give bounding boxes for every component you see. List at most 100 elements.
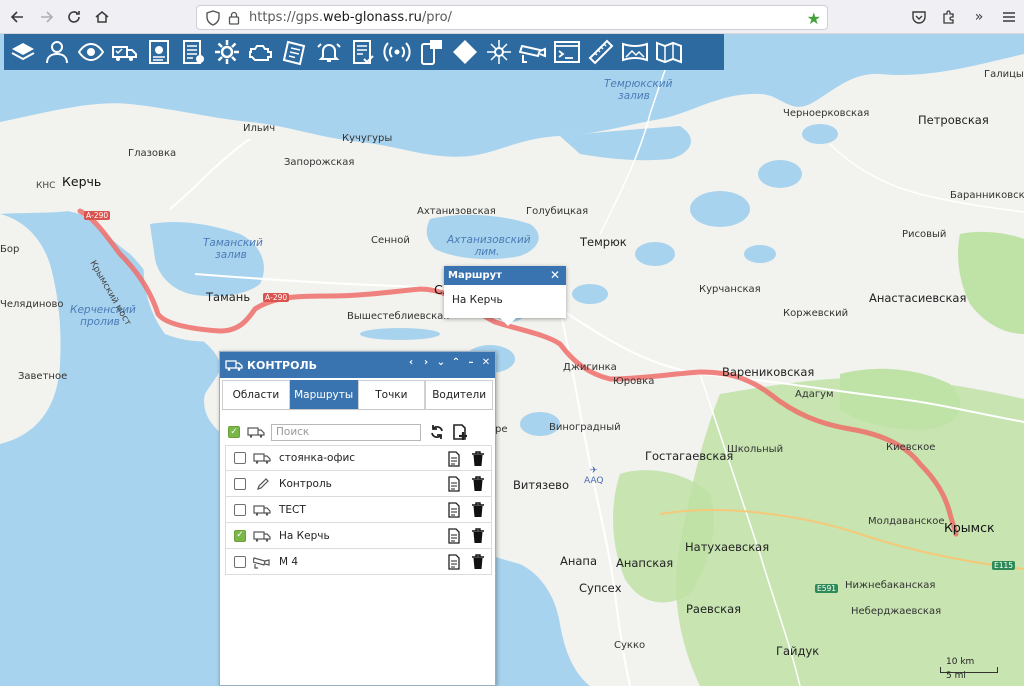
- map-label: Витязево: [513, 478, 569, 492]
- truck-checklist-icon[interactable]: [108, 35, 142, 69]
- list-item[interactable]: М 4: [225, 549, 492, 575]
- tab-drivers[interactable]: Водители: [425, 380, 493, 409]
- bookmark-star-icon[interactable]: ★: [807, 9, 821, 28]
- collapse-chevron-icon[interactable]: ⌄: [436, 357, 446, 368]
- lock-icon[interactable]: [227, 11, 241, 25]
- route-name: М 4: [279, 555, 299, 568]
- map-label: Раевская: [686, 602, 742, 616]
- document-icon[interactable]: [447, 502, 461, 518]
- document-list-icon[interactable]: [176, 35, 210, 69]
- document-check-icon[interactable]: [346, 35, 380, 69]
- route-checkbox[interactable]: [234, 503, 246, 516]
- road-shield: Е591: [815, 584, 839, 593]
- pencil-icon: [257, 477, 269, 490]
- network-hub-icon[interactable]: [482, 35, 516, 69]
- refresh-icon[interactable]: [429, 424, 445, 440]
- map-label: Рисовый: [902, 229, 947, 240]
- document-icon[interactable]: [447, 528, 461, 544]
- overflow-chevrons-icon[interactable]: »: [964, 3, 994, 31]
- list-item[interactable]: Контроль: [225, 471, 492, 497]
- route-checkbox[interactable]: [234, 477, 246, 490]
- home-icon[interactable]: [88, 3, 116, 31]
- route-checkbox[interactable]: [234, 452, 246, 464]
- select-all-checkbox[interactable]: [228, 426, 240, 438]
- terminal-icon[interactable]: [550, 35, 584, 69]
- back-arrow-icon[interactable]: [4, 3, 32, 31]
- tracking-shield-icon[interactable]: [205, 9, 221, 26]
- map-label: Челядиново: [0, 299, 64, 310]
- water-label: Таманский залив: [203, 237, 263, 261]
- close-icon[interactable]: ✕: [550, 268, 560, 282]
- road-shield: А-290: [263, 293, 290, 302]
- panorama-icon[interactable]: [618, 35, 652, 69]
- address-bar[interactable]: https://gps.web-glonass.ru/pro/ ★: [196, 5, 828, 30]
- clipboard-icon[interactable]: [278, 35, 312, 69]
- map-label: Темрюк: [580, 235, 627, 249]
- document-icon[interactable]: [447, 476, 461, 492]
- map-label: Ахтанизовская: [417, 206, 496, 217]
- camera-icon: [253, 556, 270, 569]
- document-icon[interactable]: [447, 451, 461, 467]
- route-checkbox[interactable]: [234, 555, 246, 568]
- map-label: Голубицкая: [526, 206, 589, 217]
- reload-icon[interactable]: [60, 3, 88, 31]
- extensions-puzzle-icon[interactable]: [934, 3, 964, 31]
- route-checkbox[interactable]: [234, 529, 246, 542]
- map-view[interactable]: Керчь Глазовка КНС Ильич Кучугуры Запоро…: [0, 34, 1024, 686]
- tab-points[interactable]: Точки: [357, 380, 426, 409]
- layers-icon[interactable]: [6, 35, 40, 69]
- document-icon[interactable]: [447, 554, 461, 570]
- route-list: стоянка-офис Контроль ТЕСТ ✓ На Керчь М …: [225, 445, 492, 575]
- truck-icon: [247, 427, 265, 438]
- next-chevron-icon[interactable]: ›: [421, 357, 431, 368]
- list-item[interactable]: ТЕСТ: [225, 497, 492, 523]
- panel-title: КОНТРОЛЬ: [247, 358, 317, 372]
- pocket-icon[interactable]: [904, 3, 934, 31]
- trash-icon[interactable]: [471, 554, 485, 570]
- tab-routes[interactable]: Маршруты: [289, 380, 358, 409]
- water-label: Ахтанизовский лим.: [447, 234, 531, 258]
- map-label: Натухаевская: [685, 540, 770, 554]
- trash-icon[interactable]: [471, 451, 485, 467]
- phone-message-icon[interactable]: [414, 35, 448, 69]
- popup-title: Маршрут: [448, 270, 502, 281]
- forward-arrow-icon[interactable]: [32, 3, 60, 31]
- gear-icon[interactable]: [210, 35, 244, 69]
- minimize-icon[interactable]: –: [466, 357, 476, 368]
- map-label: Анастасиевская: [869, 291, 967, 305]
- route-name: стоянка-офис: [279, 452, 356, 464]
- signal-icon[interactable]: [380, 35, 414, 69]
- map-label: Ильич: [243, 123, 276, 134]
- close-icon[interactable]: ✕: [481, 357, 491, 368]
- map-label: Адагум: [795, 389, 834, 400]
- map-label: Баранниковский: [950, 190, 1024, 201]
- search-input[interactable]: [271, 423, 421, 441]
- list-item[interactable]: На Керчь: [225, 523, 492, 549]
- panel-header[interactable]: КОНТРОЛЬ ‹ › ⌄ ⌃ – ✕: [220, 352, 495, 378]
- prev-chevron-icon[interactable]: ‹: [406, 357, 416, 368]
- camera-icon[interactable]: [516, 35, 550, 69]
- map-icon[interactable]: [652, 35, 686, 69]
- tab-areas[interactable]: Области: [222, 380, 290, 409]
- trash-icon[interactable]: [471, 502, 485, 518]
- trash-icon[interactable]: [471, 528, 485, 544]
- list-item[interactable]: стоянка-офис: [225, 445, 492, 471]
- alarm-bell-icon[interactable]: [312, 35, 346, 69]
- user-icon[interactable]: [40, 35, 74, 69]
- popup-body: На Керчь: [452, 294, 503, 306]
- expand-chevron-icon[interactable]: ⌃: [451, 357, 461, 368]
- engine-icon[interactable]: [244, 35, 278, 69]
- route-name: На Керчь: [279, 529, 330, 542]
- ruler-icon[interactable]: [584, 35, 618, 69]
- map-label: Киевское: [886, 442, 936, 453]
- diamond-icon[interactable]: [448, 35, 482, 69]
- add-route-icon[interactable]: [451, 423, 469, 441]
- map-label: Черноерковская: [783, 108, 870, 119]
- eye-icon[interactable]: [74, 35, 108, 69]
- scale-mi: 5 mi: [946, 671, 966, 681]
- report-chart-icon[interactable]: [142, 35, 176, 69]
- road-shield: А-290: [84, 211, 111, 220]
- menu-hamburger-icon[interactable]: [994, 3, 1024, 31]
- map-label: Вышестеблиевская: [347, 311, 450, 322]
- trash-icon[interactable]: [471, 476, 485, 492]
